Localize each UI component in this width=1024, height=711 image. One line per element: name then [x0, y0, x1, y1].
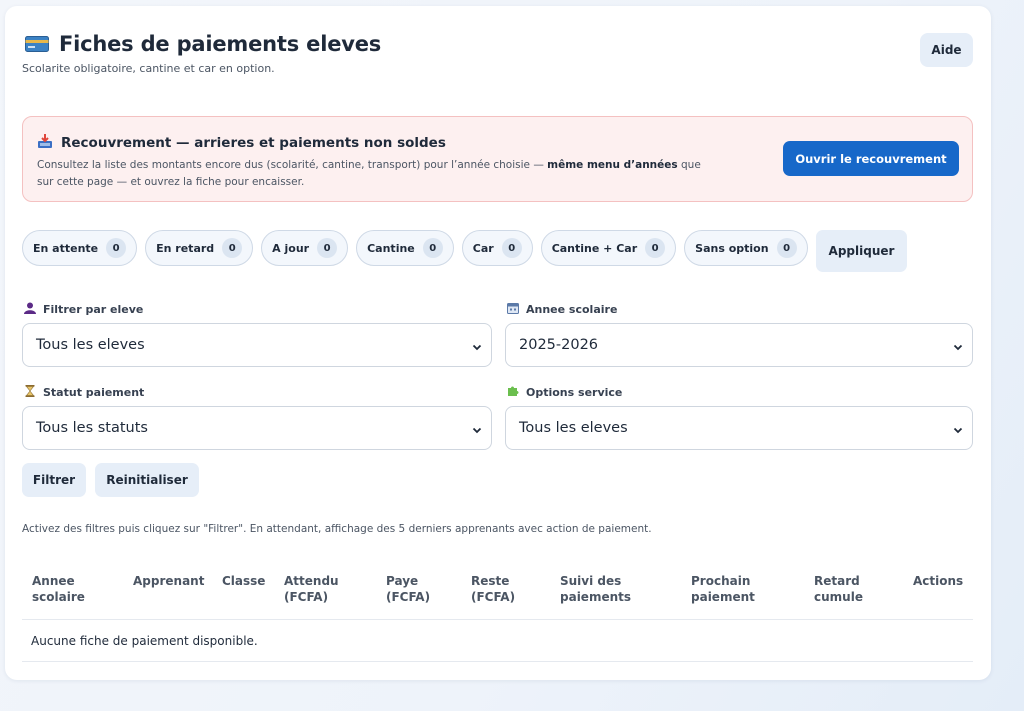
year-select[interactable]: 2025-2026	[505, 323, 973, 367]
col-reste: Reste (FCFA)	[471, 574, 516, 604]
col-classe: Classe	[222, 574, 266, 588]
chip-a-jour[interactable]: A jour 0	[261, 230, 349, 266]
status-chips: En attente 0 En retard 0 A jour 0 Cantine 0 …	[22, 230, 908, 272]
col-retard-cumule: Retard cumule	[814, 574, 863, 604]
apply-button[interactable]: Appliquer	[815, 230, 908, 272]
page-header: Fiches de paiements eleves	[25, 32, 381, 56]
filter-hint: Activez des filtres puis cliquez sur "Fi…	[22, 523, 652, 535]
filter-button[interactable]: Filtrer	[22, 463, 86, 497]
inbox-tray-icon	[37, 133, 53, 153]
chip-count: 0	[106, 238, 127, 258]
open-recovery-button[interactable]: Ouvrir le recouvrement	[783, 141, 959, 176]
alert-title: Recouvrement — arrieres et paiements non…	[61, 135, 446, 151]
payments-card: Fiches de paiements eleves Scolarite obl…	[5, 6, 991, 680]
calendar-icon	[507, 302, 519, 317]
hourglass-icon	[24, 385, 36, 400]
table-header: Annee scolaire Apprenant Classe Attendu (F…	[22, 573, 973, 620]
status-select[interactable]: Tous les statuts	[22, 406, 492, 450]
col-apprenant: Apprenant	[133, 574, 205, 588]
chip-count: 0	[501, 238, 522, 258]
person-icon	[24, 302, 36, 317]
col-paye: Paye (FCFA)	[386, 574, 431, 604]
chip-en-attente[interactable]: En attente 0	[22, 230, 138, 266]
chip-car[interactable]: Car 0	[461, 230, 533, 266]
student-select[interactable]: Tous les eleves	[22, 323, 492, 367]
page-subtitle: Scolarite obligatoire, cantine et car en…	[22, 62, 275, 75]
year-filter-label: Annee scolaire	[507, 302, 617, 317]
puzzle-icon	[507, 385, 519, 400]
help-button[interactable]: Aide	[920, 33, 973, 67]
options-filter-label: Options service	[507, 385, 622, 400]
col-actions: Actions	[913, 574, 964, 588]
alert-text: Consultez la liste des montants encore d…	[37, 159, 701, 188]
chip-cantine[interactable]: Cantine 0	[356, 230, 454, 266]
chevron-down-icon	[472, 423, 482, 434]
status-filter-label: Statut paiement	[24, 385, 144, 400]
chevron-down-icon	[953, 423, 963, 434]
chip-en-retard[interactable]: En retard 0	[145, 230, 254, 266]
chip-count: 0	[317, 238, 338, 258]
table-empty-row: Aucune fiche de paiement disponible.	[22, 620, 973, 662]
chevron-down-icon	[472, 340, 482, 351]
chevron-down-icon	[953, 340, 963, 351]
col-attendu: Attendu (FCFA)	[284, 574, 339, 604]
col-prochain-paiement: Prochain paiement	[691, 574, 755, 604]
chip-cantine-car[interactable]: Cantine + Car 0	[540, 230, 677, 266]
chip-count: 0	[422, 238, 443, 258]
col-suivi-paiements: Suivi des paiements	[560, 574, 632, 604]
page-title: Fiches de paiements eleves	[59, 32, 382, 56]
recovery-alert: Recouvrement — arrieres et paiements non…	[22, 116, 973, 202]
chip-count: 0	[776, 238, 797, 258]
chip-sans-option[interactable]: Sans option 0	[684, 230, 808, 266]
student-filter-label: Filtrer par eleve	[24, 302, 143, 317]
chip-count: 0	[645, 238, 666, 258]
credit-card-icon	[25, 36, 49, 52]
col-annee-scolaire: Annee scolaire	[32, 574, 85, 604]
reset-button[interactable]: Reinitialiser	[95, 463, 199, 497]
chip-count: 0	[222, 238, 243, 258]
alert-title-row: Recouvrement — arrieres et paiements non…	[37, 133, 446, 153]
options-select[interactable]: Tous les eleves	[505, 406, 973, 450]
